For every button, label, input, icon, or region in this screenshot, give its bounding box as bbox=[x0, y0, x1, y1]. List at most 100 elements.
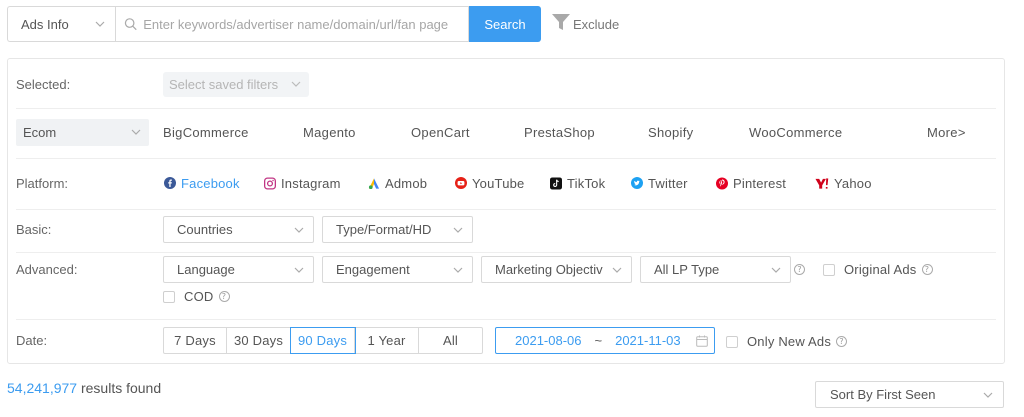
exclude-button[interactable]: Exclude bbox=[551, 14, 619, 32]
search-type-value: Ads Info bbox=[21, 16, 69, 32]
countries-select[interactable]: Countries bbox=[163, 216, 314, 243]
platform-yahoo[interactable]: Yahoo bbox=[815, 176, 872, 191]
platform-admob-label: Admob bbox=[385, 175, 428, 191]
results-number: 54,241,977 bbox=[7, 380, 78, 396]
chevron-down-icon bbox=[612, 267, 622, 273]
language-select[interactable]: Language bbox=[163, 256, 314, 283]
saved-filters-placeholder: Select saved filters bbox=[169, 76, 279, 92]
sort-select[interactable]: Sort By First Seen bbox=[815, 381, 1004, 408]
platform-instagram-label: Instagram bbox=[281, 175, 341, 191]
platform-pinterest[interactable]: Pinterest bbox=[716, 176, 786, 191]
ecom-shopify[interactable]: Shopify bbox=[648, 125, 693, 140]
ecom-woocommerce[interactable]: WooCommerce bbox=[749, 125, 842, 140]
twitter-icon bbox=[631, 177, 643, 189]
chevron-down-icon bbox=[983, 392, 993, 398]
youtube-icon bbox=[455, 177, 467, 189]
platform-yahoo-label: Yahoo bbox=[834, 175, 872, 191]
date-range-picker[interactable]: 2021-08-06 ~ 2021-11-03 bbox=[495, 327, 715, 354]
date-range-group: 7 Days 30 Days 90 Days 1 Year All bbox=[163, 327, 483, 354]
tiktok-icon bbox=[550, 177, 562, 189]
chevron-down-icon bbox=[771, 267, 781, 273]
advanced-label: Advanced: bbox=[16, 262, 78, 277]
platform-twitter[interactable]: Twitter bbox=[631, 176, 688, 191]
platform-row: Platform: Facebook Instagram Admob YouTu… bbox=[8, 171, 1004, 195]
platform-youtube[interactable]: YouTube bbox=[455, 176, 525, 191]
divider bbox=[16, 252, 996, 253]
marketing-objective-value: Marketing Objectiv bbox=[495, 262, 603, 277]
date-90-days[interactable]: 90 Days bbox=[291, 328, 355, 353]
ecom-more-link[interactable]: More> bbox=[927, 125, 966, 140]
results-suffix: results found bbox=[77, 380, 162, 396]
engagement-select-value: Engagement bbox=[336, 262, 410, 277]
basic-row: Basic: Countries Type/Format/HD bbox=[8, 216, 1004, 243]
lp-type-select[interactable]: All LP Type bbox=[640, 256, 791, 283]
cod-checkbox-box[interactable] bbox=[163, 290, 175, 303]
date-separator: ~ bbox=[594, 333, 603, 348]
ecom-select-value: Ecom bbox=[23, 124, 57, 140]
date-start[interactable]: 2021-08-06 bbox=[515, 333, 582, 348]
chevron-down-icon bbox=[291, 81, 301, 87]
only-new-ads-checkbox-box[interactable] bbox=[726, 335, 738, 348]
platform-facebook[interactable]: Facebook bbox=[164, 176, 240, 191]
ecom-bigcommerce[interactable]: BigCommerce bbox=[163, 125, 249, 140]
marketing-objective-select[interactable]: Marketing Objectiv bbox=[481, 256, 632, 283]
platform-tiktok[interactable]: TikTok bbox=[550, 176, 605, 191]
ecom-prestashop[interactable]: PrestaShop bbox=[524, 125, 595, 140]
search-bar: Ads Info Search Exclude bbox=[7, 6, 619, 42]
engagement-select[interactable]: Engagement bbox=[322, 256, 473, 283]
platform-youtube-label: YouTube bbox=[472, 175, 525, 191]
date-label: Date: bbox=[16, 333, 48, 348]
cod-help-icon[interactable]: ? bbox=[218, 291, 230, 302]
calendar-icon bbox=[696, 335, 708, 347]
search-icon bbox=[124, 18, 137, 31]
date-all[interactable]: All bbox=[419, 328, 482, 353]
lp-type-help-icon[interactable]: ? bbox=[794, 264, 805, 275]
ecom-opencart[interactable]: OpenCart bbox=[411, 125, 470, 140]
yahoo-icon bbox=[815, 177, 829, 189]
ecom-row: Ecom BigCommerce Magento OpenCart Presta… bbox=[8, 118, 1004, 146]
ecom-magento[interactable]: Magento bbox=[303, 125, 356, 140]
platform-instagram[interactable]: Instagram bbox=[264, 176, 341, 191]
advanced-row: Advanced: Language Engagement Marketing … bbox=[8, 256, 1004, 283]
filter-funnel-icon bbox=[552, 14, 570, 30]
filter-panel: Selected: Select saved filters Ecom BigC… bbox=[7, 58, 1005, 364]
only-new-ads-checkbox[interactable]: Only New Ads ? bbox=[726, 334, 848, 349]
date-30-days[interactable]: 30 Days bbox=[227, 328, 291, 353]
ecom-category-select[interactable]: Ecom bbox=[16, 118, 149, 146]
chevron-down-icon bbox=[131, 129, 141, 135]
platform-admob[interactable]: Admob bbox=[368, 176, 427, 191]
search-button[interactable]: Search bbox=[469, 6, 541, 42]
only-new-ads-help-icon[interactable]: ? bbox=[836, 336, 848, 347]
date-1-year[interactable]: 1 Year bbox=[355, 328, 419, 353]
original-ads-help-icon[interactable]: ? bbox=[921, 264, 933, 275]
results-count: 54,241,977 results found bbox=[7, 380, 161, 396]
divider bbox=[16, 209, 996, 210]
selected-label: Selected: bbox=[16, 76, 71, 92]
date-7-days[interactable]: 7 Days bbox=[164, 328, 227, 353]
chevron-down-icon bbox=[294, 227, 304, 233]
type-format-hd-select[interactable]: Type/Format/HD bbox=[322, 216, 473, 243]
platform-facebook-label: Facebook bbox=[181, 175, 240, 191]
date-end[interactable]: 2021-11-03 bbox=[615, 333, 681, 348]
only-new-ads-label: Only New Ads bbox=[747, 334, 832, 349]
divider bbox=[16, 108, 996, 109]
saved-filters-select[interactable]: Select saved filters bbox=[163, 71, 309, 97]
chevron-down-icon bbox=[95, 21, 105, 27]
countries-select-value: Countries bbox=[177, 222, 233, 237]
original-ads-checkbox[interactable]: Original Ads ? bbox=[823, 262, 933, 277]
basic-label: Basic: bbox=[16, 222, 52, 237]
platform-label: Platform: bbox=[16, 175, 69, 191]
chevron-down-icon bbox=[453, 267, 463, 273]
cod-checkbox[interactable]: COD ? bbox=[163, 289, 230, 304]
lp-type-value: All LP Type bbox=[654, 262, 720, 277]
cod-label: COD bbox=[184, 289, 214, 304]
original-ads-checkbox-box[interactable] bbox=[823, 263, 835, 276]
admob-icon bbox=[368, 177, 380, 189]
facebook-icon bbox=[164, 177, 176, 189]
sort-select-value: Sort By First Seen bbox=[830, 387, 936, 402]
instagram-icon bbox=[264, 177, 276, 189]
search-input-wrapper bbox=[115, 6, 469, 42]
search-input[interactable] bbox=[143, 16, 460, 32]
search-type-select[interactable]: Ads Info bbox=[7, 6, 115, 42]
platform-tiktok-label: TikTok bbox=[567, 175, 606, 191]
